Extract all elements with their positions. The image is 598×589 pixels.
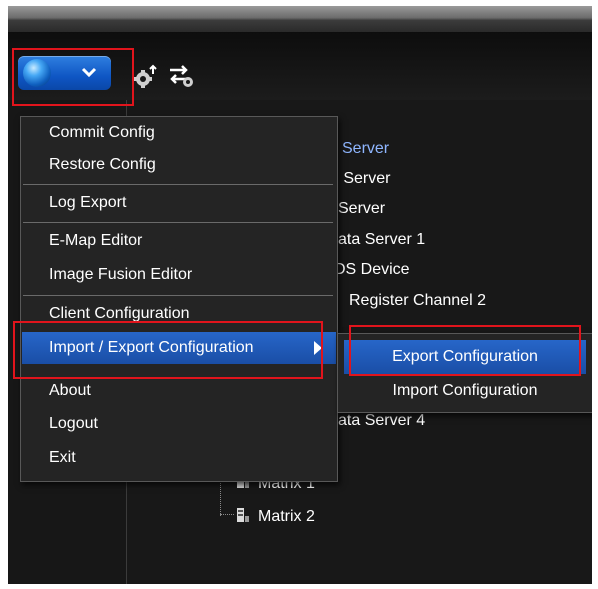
- menu-item-image-fusion-editor[interactable]: Image Fusion Editor: [22, 259, 336, 291]
- tree-item[interactable]: Server: [342, 140, 389, 158]
- menu-item-about[interactable]: About: [22, 375, 336, 407]
- menu-item-exit[interactable]: Exit: [22, 442, 336, 474]
- menu-item-commit-config[interactable]: Commit Config: [22, 117, 336, 149]
- menu-item-logout[interactable]: Logout: [22, 408, 336, 440]
- tree-item[interactable]: Register Channel 2: [349, 292, 486, 310]
- app-window: Server g Server Server ata Server 1 DS D…: [8, 6, 592, 584]
- menu-separator: [23, 184, 333, 185]
- highlight-box-main-button: [12, 48, 134, 106]
- tree-item[interactable]: DS Device: [334, 261, 410, 279]
- tree-item[interactable]: ata Server 1: [338, 231, 425, 249]
- menu-separator: [23, 222, 333, 223]
- menu-item-log-export[interactable]: Log Export: [22, 187, 336, 219]
- menu-separator: [23, 295, 333, 296]
- tree-connector: [220, 514, 234, 515]
- matrix-device-icon: [236, 506, 249, 522]
- menu-item-import-configuration[interactable]: Import Configuration: [344, 374, 586, 408]
- menu-item-restore-config[interactable]: Restore Config: [22, 149, 336, 181]
- title-bar: [8, 6, 592, 32]
- highlight-box-import-export: [13, 321, 323, 379]
- menu-item-emap-editor[interactable]: E-Map Editor: [22, 225, 336, 257]
- tree-item[interactable]: Server: [338, 200, 385, 218]
- gear-sync-icon[interactable]: [166, 62, 198, 90]
- main-dropdown-menu: Commit Config Restore Config Log Export …: [20, 116, 338, 482]
- highlight-box-export-configuration: [349, 325, 581, 376]
- tree-item-matrix-2[interactable]: Matrix 2: [258, 508, 315, 526]
- tree-item[interactable]: ata Server 4: [338, 412, 425, 430]
- gear-upload-icon[interactable]: [132, 62, 160, 90]
- tree-item[interactable]: g Server: [330, 170, 390, 188]
